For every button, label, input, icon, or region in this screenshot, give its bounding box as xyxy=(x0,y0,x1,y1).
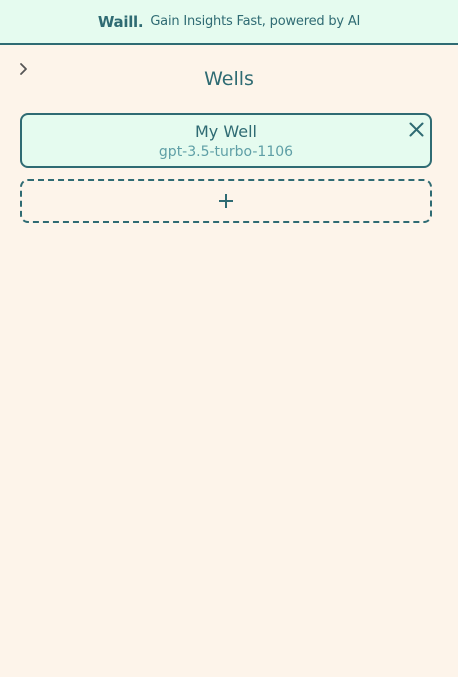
close-icon xyxy=(409,122,423,136)
well-model: gpt-3.5-turbo-1106 xyxy=(158,144,294,160)
page-title: Wells xyxy=(204,68,254,90)
tagline: Gain Insights Fast, powered by AI xyxy=(150,14,361,29)
well-name: My Well xyxy=(195,122,257,141)
brand-logo: Waill. xyxy=(97,12,144,31)
plus-icon xyxy=(219,194,233,208)
add-well-button[interactable] xyxy=(20,179,432,223)
well-card[interactable]: My Well gpt-3.5-turbo-1106 xyxy=(20,113,432,168)
remove-well-button[interactable] xyxy=(406,119,426,139)
top-bar: Waill. Gain Insights Fast, powered by AI xyxy=(0,0,458,45)
